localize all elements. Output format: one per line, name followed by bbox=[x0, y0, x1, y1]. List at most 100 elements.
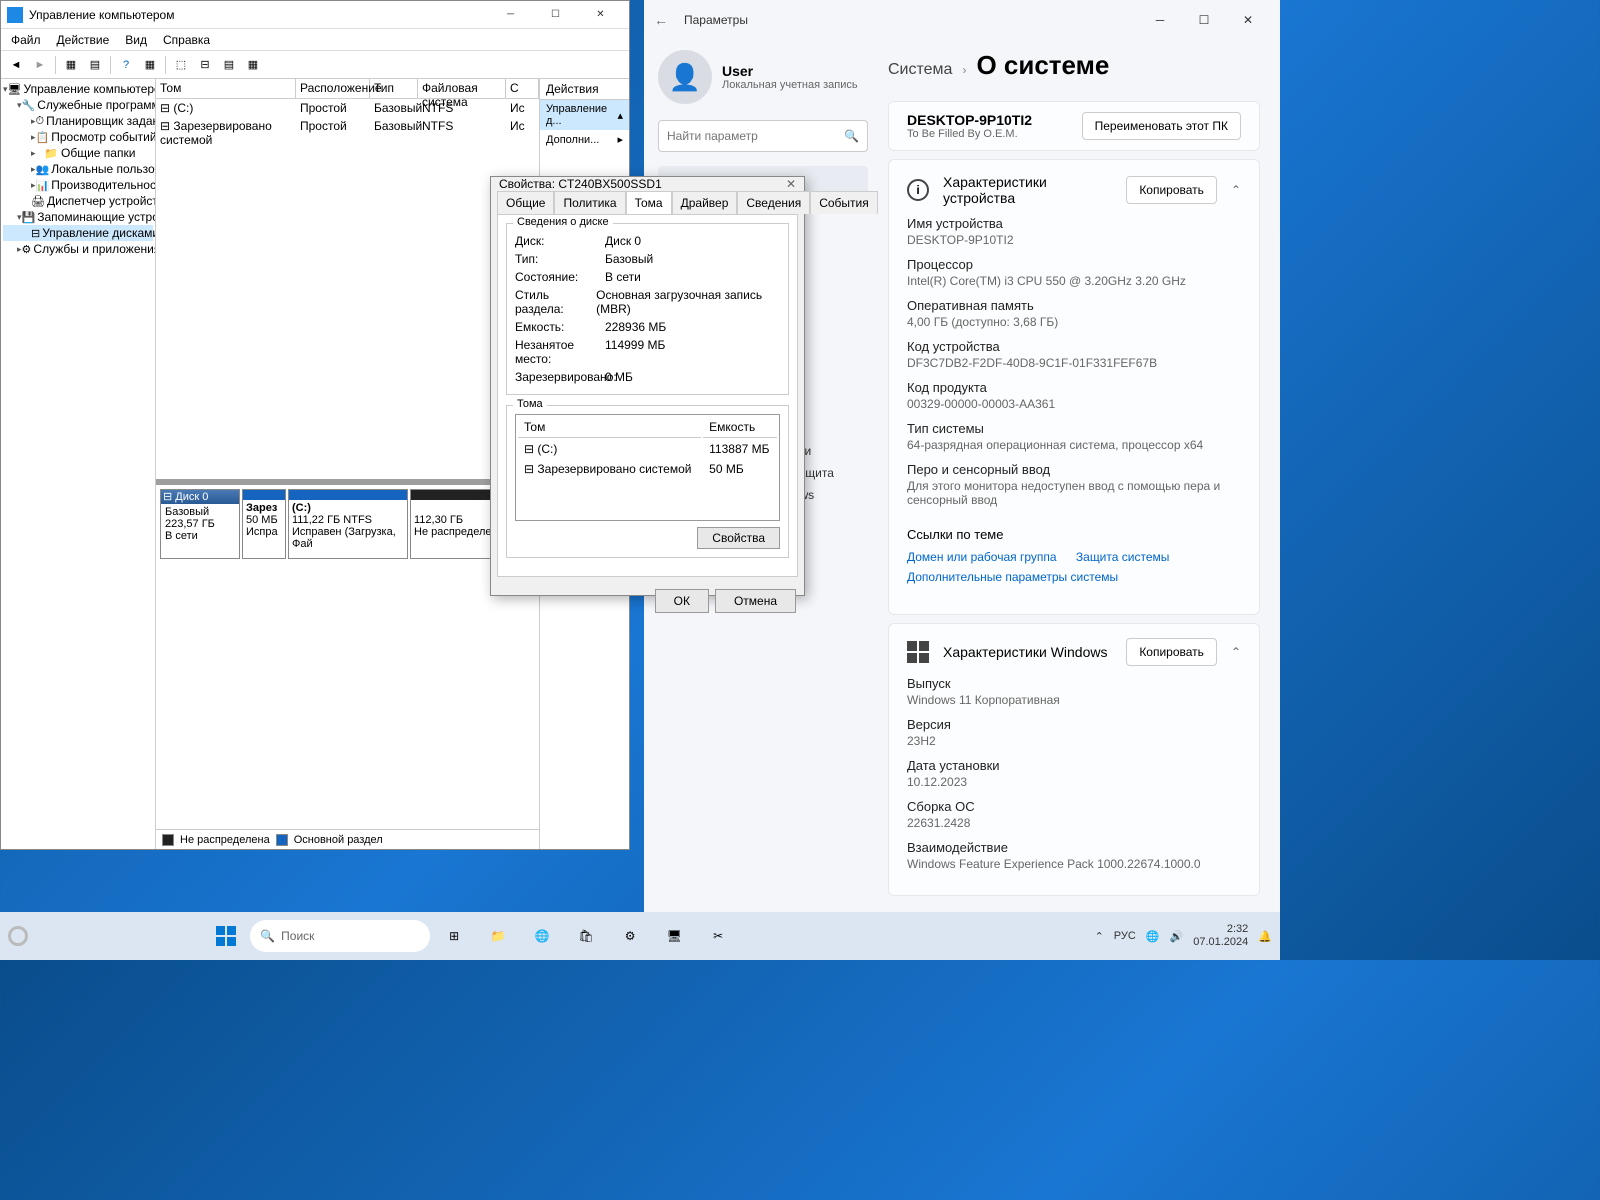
tree-item[interactable]: ▸⏱Планировщик заданий bbox=[3, 113, 153, 129]
notifications-icon[interactable]: 🔔 bbox=[1258, 930, 1272, 943]
settings-titlebar[interactable]: ← Параметры ─ ☐ ✕ bbox=[644, 0, 1280, 40]
store-icon[interactable]: 🛍 bbox=[566, 916, 606, 956]
user-block[interactable]: 👤 User Локальная учетная запись bbox=[658, 50, 868, 104]
col-layout[interactable]: Расположение bbox=[296, 79, 370, 98]
volume-icon[interactable]: 🔊 bbox=[1170, 930, 1184, 943]
tab-volumes[interactable]: Тома bbox=[626, 191, 672, 214]
volume-row[interactable]: ⊟ (C:) Простой Базовый NTFS Ис bbox=[156, 99, 539, 117]
win-title: Характеристики Windows bbox=[943, 644, 1112, 660]
menu-view[interactable]: Вид bbox=[119, 31, 153, 49]
tb-btn[interactable]: ▤ bbox=[84, 54, 106, 76]
table-row[interactable]: ⊟ (C:)113887 МБ bbox=[518, 440, 777, 458]
tb-btn[interactable]: ▤ bbox=[218, 54, 240, 76]
tb-btn[interactable]: ⬚ bbox=[170, 54, 192, 76]
settings-title: Параметры bbox=[684, 13, 748, 27]
tree-item[interactable]: ▸👥Локальные пользова bbox=[3, 161, 153, 177]
tb-btn[interactable]: ▦ bbox=[60, 54, 82, 76]
maximize-button[interactable]: ☐ bbox=[1182, 4, 1226, 36]
partition[interactable]: (C:) 111,22 ГБ NTFS Исправен (Загрузка, … bbox=[288, 489, 408, 559]
network-icon[interactable]: 🌐 bbox=[1146, 930, 1160, 943]
maximize-button[interactable]: ☐ bbox=[533, 1, 578, 29]
dlg-titlebar[interactable]: Свойства: CT240BX500SSD1 ✕ bbox=[491, 177, 804, 191]
forward-button[interactable]: ► bbox=[29, 54, 51, 76]
app-icon[interactable]: ✂ bbox=[698, 916, 738, 956]
minimize-button[interactable]: ─ bbox=[1138, 4, 1182, 36]
copy-button[interactable]: Копировать bbox=[1126, 638, 1217, 666]
taskbar: 🔍 Поиск ⊞ 📁 🌐 🛍 ⚙ 🖥 ✂ ⌃ РУС 🌐 🔊 2:32 07.… bbox=[0, 912, 1280, 960]
edge-icon[interactable]: 🌐 bbox=[522, 916, 562, 956]
disk-header[interactable]: ⊟ Диск 0 Базовый 223,57 ГБ В сети bbox=[160, 489, 240, 559]
tray-chevron-icon[interactable]: ⌃ bbox=[1095, 930, 1104, 943]
chevron-up-icon[interactable]: ⌃ bbox=[1231, 645, 1241, 659]
browser-icon[interactable] bbox=[8, 926, 28, 946]
settings-icon[interactable]: ⚙ bbox=[610, 916, 650, 956]
start-button[interactable] bbox=[206, 916, 246, 956]
tree-storage[interactable]: ▾💾Запоминающие устройст bbox=[3, 209, 153, 225]
menu-action[interactable]: Действие bbox=[51, 31, 116, 49]
app-icon[interactable]: 🖥 bbox=[654, 916, 694, 956]
link-advanced[interactable]: Дополнительные параметры системы bbox=[907, 570, 1118, 584]
user-sub: Локальная учетная запись bbox=[722, 79, 858, 91]
rename-pc-button[interactable]: Переименовать этот ПК bbox=[1082, 112, 1241, 140]
menu-help[interactable]: Справка bbox=[157, 31, 216, 49]
tb-btn[interactable]: ⊟ bbox=[194, 54, 216, 76]
task-view-icon[interactable]: ⊞ bbox=[434, 916, 474, 956]
menu-file[interactable]: Файл bbox=[5, 31, 47, 49]
tree-item[interactable]: ▸📁Общие папки bbox=[3, 145, 153, 161]
user-name: User bbox=[722, 63, 858, 79]
back-button[interactable]: ◄ bbox=[5, 54, 27, 76]
breadcrumb-parent[interactable]: Система bbox=[888, 61, 952, 79]
actions-item[interactable]: Управление д...▴ bbox=[540, 100, 629, 130]
cm-title: Управление компьютером bbox=[29, 8, 488, 22]
col-tom[interactable]: Том bbox=[156, 79, 296, 98]
spec-title: Характеристики устройства bbox=[943, 174, 1112, 206]
tab-general[interactable]: Общие bbox=[497, 191, 554, 214]
col-status[interactable]: С bbox=[506, 79, 539, 98]
explorer-icon[interactable]: 📁 bbox=[478, 916, 518, 956]
tree-diskmgmt[interactable]: ⊟Управление дисками bbox=[3, 225, 153, 241]
actions-item[interactable]: Дополни...▸ bbox=[540, 130, 629, 149]
close-button[interactable]: ✕ bbox=[578, 1, 623, 29]
properties-button[interactable]: Свойства bbox=[697, 527, 780, 549]
minimize-button[interactable]: ─ bbox=[488, 1, 533, 29]
tree-item[interactable]: ▸📋Просмотр событий bbox=[3, 129, 153, 145]
search-box[interactable]: 🔍 bbox=[658, 120, 868, 152]
partition[interactable]: Зарез 50 МБ Испра bbox=[242, 489, 286, 559]
link-protection[interactable]: Защита системы bbox=[1076, 550, 1169, 564]
copy-button[interactable]: Копировать bbox=[1126, 176, 1217, 204]
tb-btn[interactable]: ▦ bbox=[139, 54, 161, 76]
clock[interactable]: 2:32 07.01.2024 bbox=[1193, 923, 1248, 949]
dlg-title: Свойства: CT240BX500SSD1 bbox=[499, 177, 662, 191]
ok-button[interactable]: ОК bbox=[655, 589, 709, 613]
taskbar-search[interactable]: 🔍 Поиск bbox=[250, 920, 430, 952]
disk-row[interactable]: ⊟ Диск 0 Базовый 223,57 ГБ В сети Зарез … bbox=[160, 489, 535, 559]
cm-menubar: Файл Действие Вид Справка bbox=[1, 29, 629, 51]
tab-events[interactable]: События bbox=[810, 191, 878, 214]
page-title: О системе bbox=[976, 50, 1109, 81]
back-button[interactable]: ← bbox=[654, 12, 684, 28]
tree-root[interactable]: ▾🖥Управление компьютером (л bbox=[3, 81, 153, 97]
breadcrumb: Система › О системе bbox=[888, 50, 1260, 81]
cm-titlebar[interactable]: Управление компьютером ─ ☐ ✕ bbox=[1, 1, 629, 29]
volume-row[interactable]: ⊟ Зарезервировано системой Простой Базов… bbox=[156, 117, 539, 149]
tree-item[interactable]: ▸📊Производительность bbox=[3, 177, 153, 193]
table-row[interactable]: ⊟ Зарезервировано системой50 МБ bbox=[518, 460, 777, 478]
help-button[interactable]: ? bbox=[115, 54, 137, 76]
chevron-up-icon[interactable]: ⌃ bbox=[1231, 183, 1241, 197]
tb-btn[interactable]: ▦ bbox=[242, 54, 264, 76]
link-domain[interactable]: Домен или рабочая группа bbox=[907, 550, 1057, 564]
close-button[interactable]: ✕ bbox=[1226, 4, 1270, 36]
search-input[interactable] bbox=[667, 129, 844, 143]
close-button[interactable]: ✕ bbox=[786, 177, 796, 191]
cancel-button[interactable]: Отмена bbox=[715, 589, 796, 613]
tree-services[interactable]: ▾🔧Служебные программы bbox=[3, 97, 153, 113]
tab-driver[interactable]: Драйвер bbox=[672, 191, 738, 214]
tab-policy[interactable]: Политика bbox=[554, 191, 625, 214]
col-type[interactable]: Тип bbox=[370, 79, 418, 98]
tab-details[interactable]: Сведения bbox=[737, 191, 810, 214]
tree-apps[interactable]: ▸⚙Службы и приложения bbox=[3, 241, 153, 257]
tree-item[interactable]: 🖨Диспетчер устройств bbox=[3, 193, 153, 209]
device-specs-card: i Характеристики устройства Копировать ⌃… bbox=[888, 159, 1260, 615]
tray-lang[interactable]: РУС bbox=[1114, 930, 1136, 942]
col-fs[interactable]: Файловая система bbox=[418, 79, 506, 98]
